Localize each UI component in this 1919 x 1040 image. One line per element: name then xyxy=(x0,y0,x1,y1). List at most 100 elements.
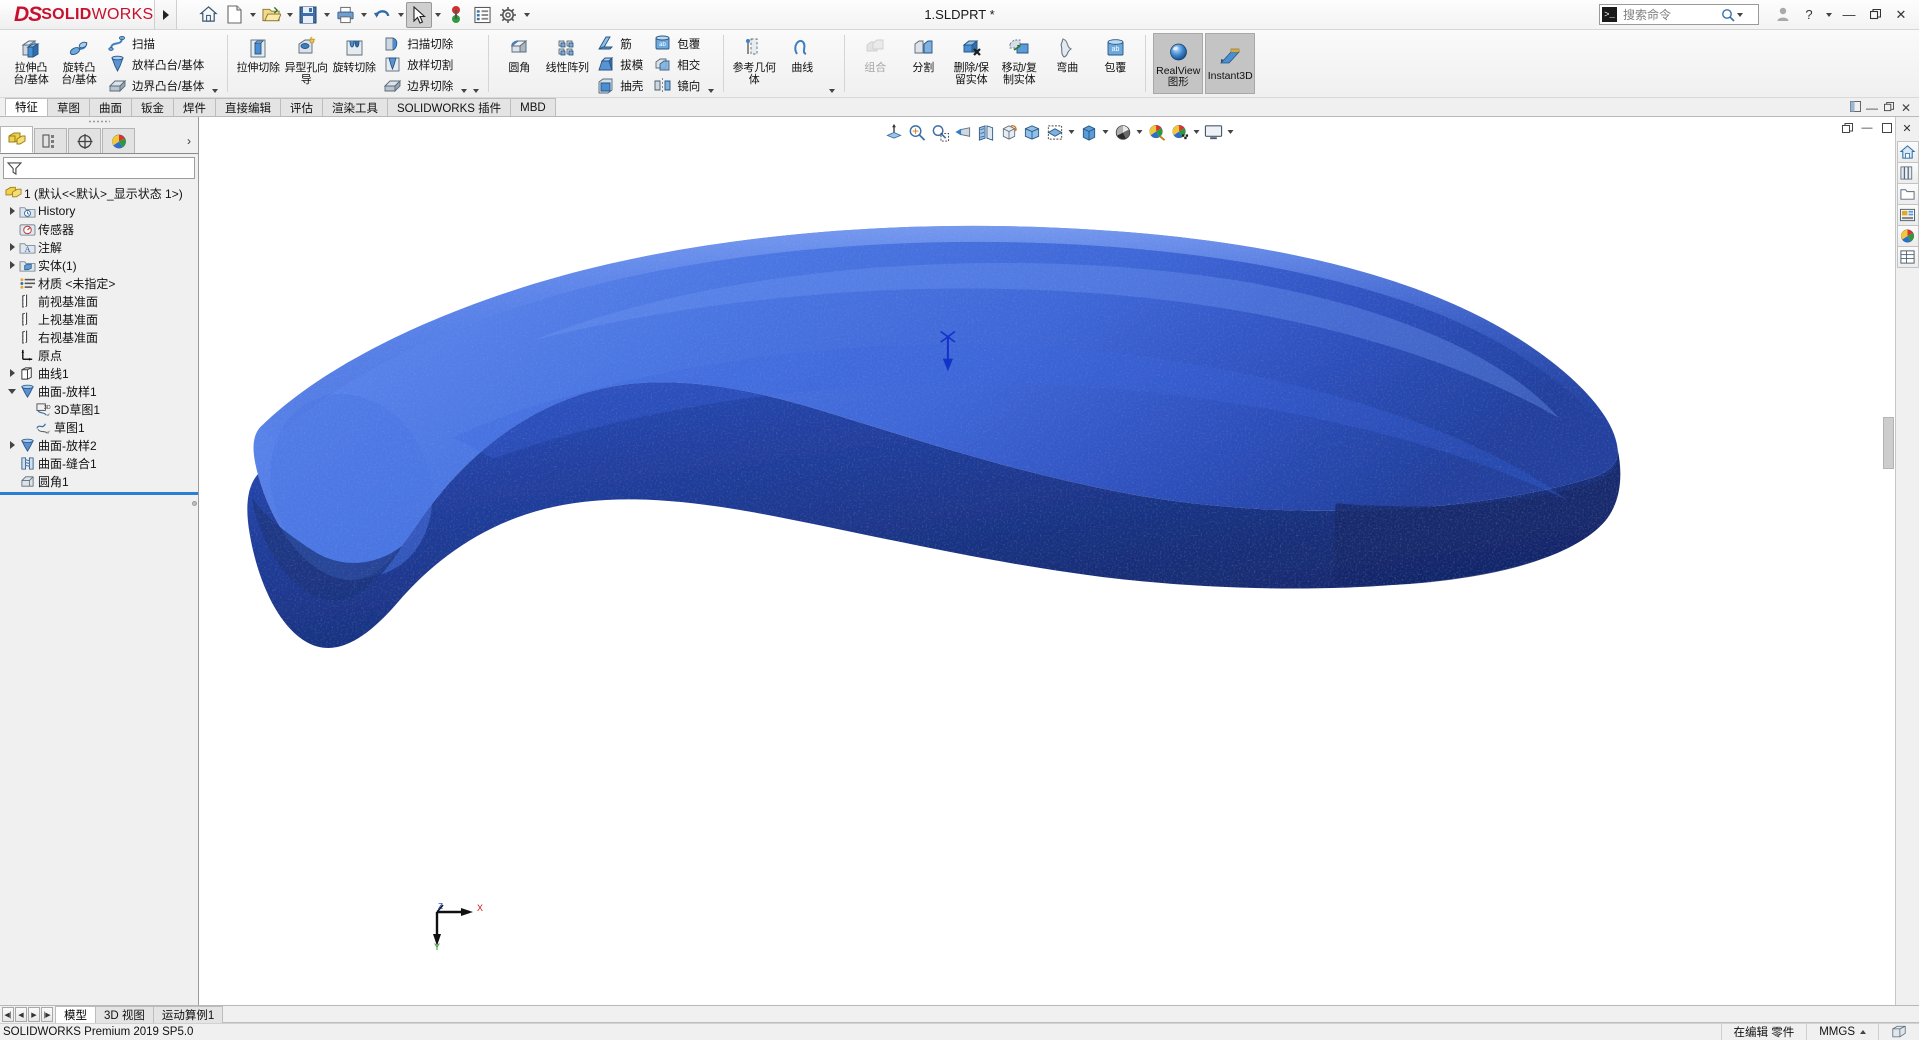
tree-item-sensors[interactable]: 传感器 xyxy=(0,220,198,238)
ribbon-cut-overflow-caret-2[interactable] xyxy=(470,30,482,97)
options-list-icon[interactable] xyxy=(469,2,495,28)
ribbon-draft-button[interactable]: 拔模 xyxy=(591,54,648,75)
ribbon-hole-wizard-button[interactable]: 异型孔向导 xyxy=(282,30,330,97)
undo-icon[interactable] xyxy=(369,2,395,28)
instant3d-toggle[interactable]: Instant3D xyxy=(1205,33,1256,94)
ribbon-intersect-button[interactable]: 相交 xyxy=(648,54,705,75)
display-style-caret[interactable] xyxy=(1067,120,1077,144)
tree-item-origin[interactable]: 原点 xyxy=(0,346,198,364)
ribbon-delete-keep-body-button[interactable]: 删除/保留实体 xyxy=(947,30,995,97)
tab-sheet-metal[interactable]: 钣金 xyxy=(131,98,174,116)
viewport-maximize-icon[interactable] xyxy=(1879,120,1895,136)
search-icon[interactable] xyxy=(1721,8,1735,22)
ribbon-boss-overflow-caret[interactable] xyxy=(209,30,221,97)
view-orientation-icon[interactable] xyxy=(998,120,1020,144)
help-caret-icon[interactable] xyxy=(1823,3,1835,27)
pin-icon[interactable] xyxy=(1848,101,1862,115)
feature-filter-box[interactable] xyxy=(3,157,195,179)
tab-surfaces[interactable]: 曲面 xyxy=(89,98,132,116)
ribbon-sweep-button[interactable]: 扫描 xyxy=(103,33,209,54)
ribbon-boundary-boss-button[interactable]: 边界凸台/基体 xyxy=(103,75,209,96)
view-palette-icon[interactable] xyxy=(1896,204,1919,226)
ribbon-features-overflow-caret[interactable] xyxy=(705,30,717,97)
section-cut-icon[interactable] xyxy=(975,120,997,144)
tree-item-curve1[interactable]: 曲线1 xyxy=(0,364,198,382)
help-icon[interactable]: ? xyxy=(1797,3,1821,27)
tab-mbd[interactable]: MBD xyxy=(510,98,556,116)
tab-direct-editing[interactable]: 直接编辑 xyxy=(215,98,281,116)
bottom-tab-motion-study[interactable]: 运动算例1 xyxy=(152,1006,224,1023)
tab-solidworks-addins[interactable]: SOLIDWORKS 插件 xyxy=(387,98,512,116)
chevron-right-icon[interactable] xyxy=(6,441,18,449)
ribbon-revolve-cut-button[interactable]: 旋转切除 xyxy=(330,30,378,97)
graphics-viewport[interactable]: — ✕ X Y Z xyxy=(199,117,1919,1005)
ribbon-curves-button[interactable]: 曲线 xyxy=(778,30,826,97)
ribbon-wrap-body-button[interactable]: ab 包覆 xyxy=(1091,30,1139,97)
tree-item-sketch1[interactable]: 草图1 xyxy=(0,418,198,436)
ribbon-loft-boss-button[interactable]: 放样凸台/基体 xyxy=(103,54,209,75)
display-style-icon[interactable] xyxy=(1044,120,1066,144)
tab-features[interactable]: 特征 xyxy=(5,98,48,116)
new-document-icon[interactable] xyxy=(221,2,247,28)
file-explorer-icon[interactable] xyxy=(1896,183,1919,205)
minimize-button[interactable]: — xyxy=(1837,3,1861,27)
tree-item-part-root[interactable]: 1 (默认<<默认>_显示状态 1>) xyxy=(0,184,198,202)
ribbon-sweep-cut-button[interactable]: 扫描切除 xyxy=(378,33,458,54)
panel-drag-handle[interactable] xyxy=(0,117,198,126)
ribbon-rib-button[interactable]: 筋 xyxy=(591,33,648,54)
nav-first-button[interactable]: ◀| xyxy=(2,1007,14,1022)
viewport-layout-caret[interactable] xyxy=(1226,120,1236,144)
tab-render-tools[interactable]: 渲染工具 xyxy=(322,98,388,116)
tree-item-front-plane[interactable]: 前视基准面 xyxy=(0,292,198,310)
minimize-icon[interactable]: — xyxy=(1865,101,1879,115)
search-caret[interactable] xyxy=(1735,12,1745,17)
tree-item-surface-knit1[interactable]: 曲面-缝合1 xyxy=(0,454,198,472)
tree-item-surface-loft1[interactable]: 曲面-放样1 xyxy=(0,382,198,400)
tree-item-top-plane[interactable]: 上视基准面 xyxy=(0,310,198,328)
open-folder-caret[interactable] xyxy=(284,2,295,28)
ribbon-flex-button[interactable]: 弯曲 xyxy=(1043,30,1091,97)
ribbon-extrude-boss-button[interactable]: 拉伸凸台/基体 xyxy=(7,30,55,97)
print-caret[interactable] xyxy=(358,2,369,28)
user-account-icon[interactable] xyxy=(1771,3,1795,27)
tab-sketch[interactable]: 草图 xyxy=(47,98,90,116)
ribbon-extrude-cut-button[interactable]: 拉伸切除 xyxy=(234,30,282,97)
chevron-right-icon[interactable] xyxy=(6,207,18,215)
rollback-bar[interactable] xyxy=(0,492,198,495)
ribbon-revolve-boss-button[interactable]: 旋转凸台/基体 xyxy=(55,30,103,97)
ribbon-boundary-cut-button[interactable]: 边界切除 xyxy=(378,75,458,96)
panel-resize-dot[interactable] xyxy=(192,501,197,506)
ribbon-mirror-button[interactable]: 镜向 xyxy=(648,75,705,96)
panel-expand-arrow[interactable]: › xyxy=(180,128,198,153)
restore-button[interactable] xyxy=(1863,3,1887,27)
nav-next-button[interactable]: ▶ xyxy=(28,1007,40,1022)
ribbon-wrap-button[interactable]: ab 包覆 xyxy=(648,33,705,54)
ribbon-cut-overflow-caret-1[interactable] xyxy=(458,30,470,97)
rebuild-icon[interactable] xyxy=(443,2,469,28)
home-tab-icon[interactable] xyxy=(1896,141,1919,163)
ribbon-fillet-button[interactable]: 圆角 xyxy=(495,30,543,97)
feature-filter-input[interactable] xyxy=(22,160,194,176)
zoom-to-fit-icon[interactable] xyxy=(906,120,928,144)
tree-item-surface-loft2[interactable]: 曲面-放样2 xyxy=(0,436,198,454)
save-icon[interactable] xyxy=(295,2,321,28)
save-caret[interactable] xyxy=(321,2,332,28)
tree-item-3d-sketch1[interactable]: 3D 3D草图1 xyxy=(0,400,198,418)
gear-icon[interactable] xyxy=(495,2,521,28)
feature-manager-tab[interactable] xyxy=(0,126,33,153)
search-input[interactable] xyxy=(1621,6,1721,23)
zoom-to-area-icon[interactable] xyxy=(929,120,951,144)
restore-icon[interactable] xyxy=(1882,101,1896,115)
print-icon[interactable] xyxy=(332,2,358,28)
tab-evaluate[interactable]: 评估 xyxy=(280,98,323,116)
nav-last-button[interactable]: |▶ xyxy=(41,1007,53,1022)
chevron-right-icon[interactable] xyxy=(6,369,18,377)
menu-expand-arrow[interactable] xyxy=(155,0,177,29)
select-cursor-icon[interactable] xyxy=(406,1,432,28)
close-button[interactable]: ✕ xyxy=(1889,3,1913,27)
custom-properties-icon[interactable] xyxy=(1896,246,1919,268)
view-settings-icon[interactable] xyxy=(1169,120,1191,144)
chevron-down-icon[interactable] xyxy=(6,388,18,394)
tree-item-annotations[interactable]: A 注解 xyxy=(0,238,198,256)
appearances-scenes-icon[interactable] xyxy=(1896,225,1919,247)
